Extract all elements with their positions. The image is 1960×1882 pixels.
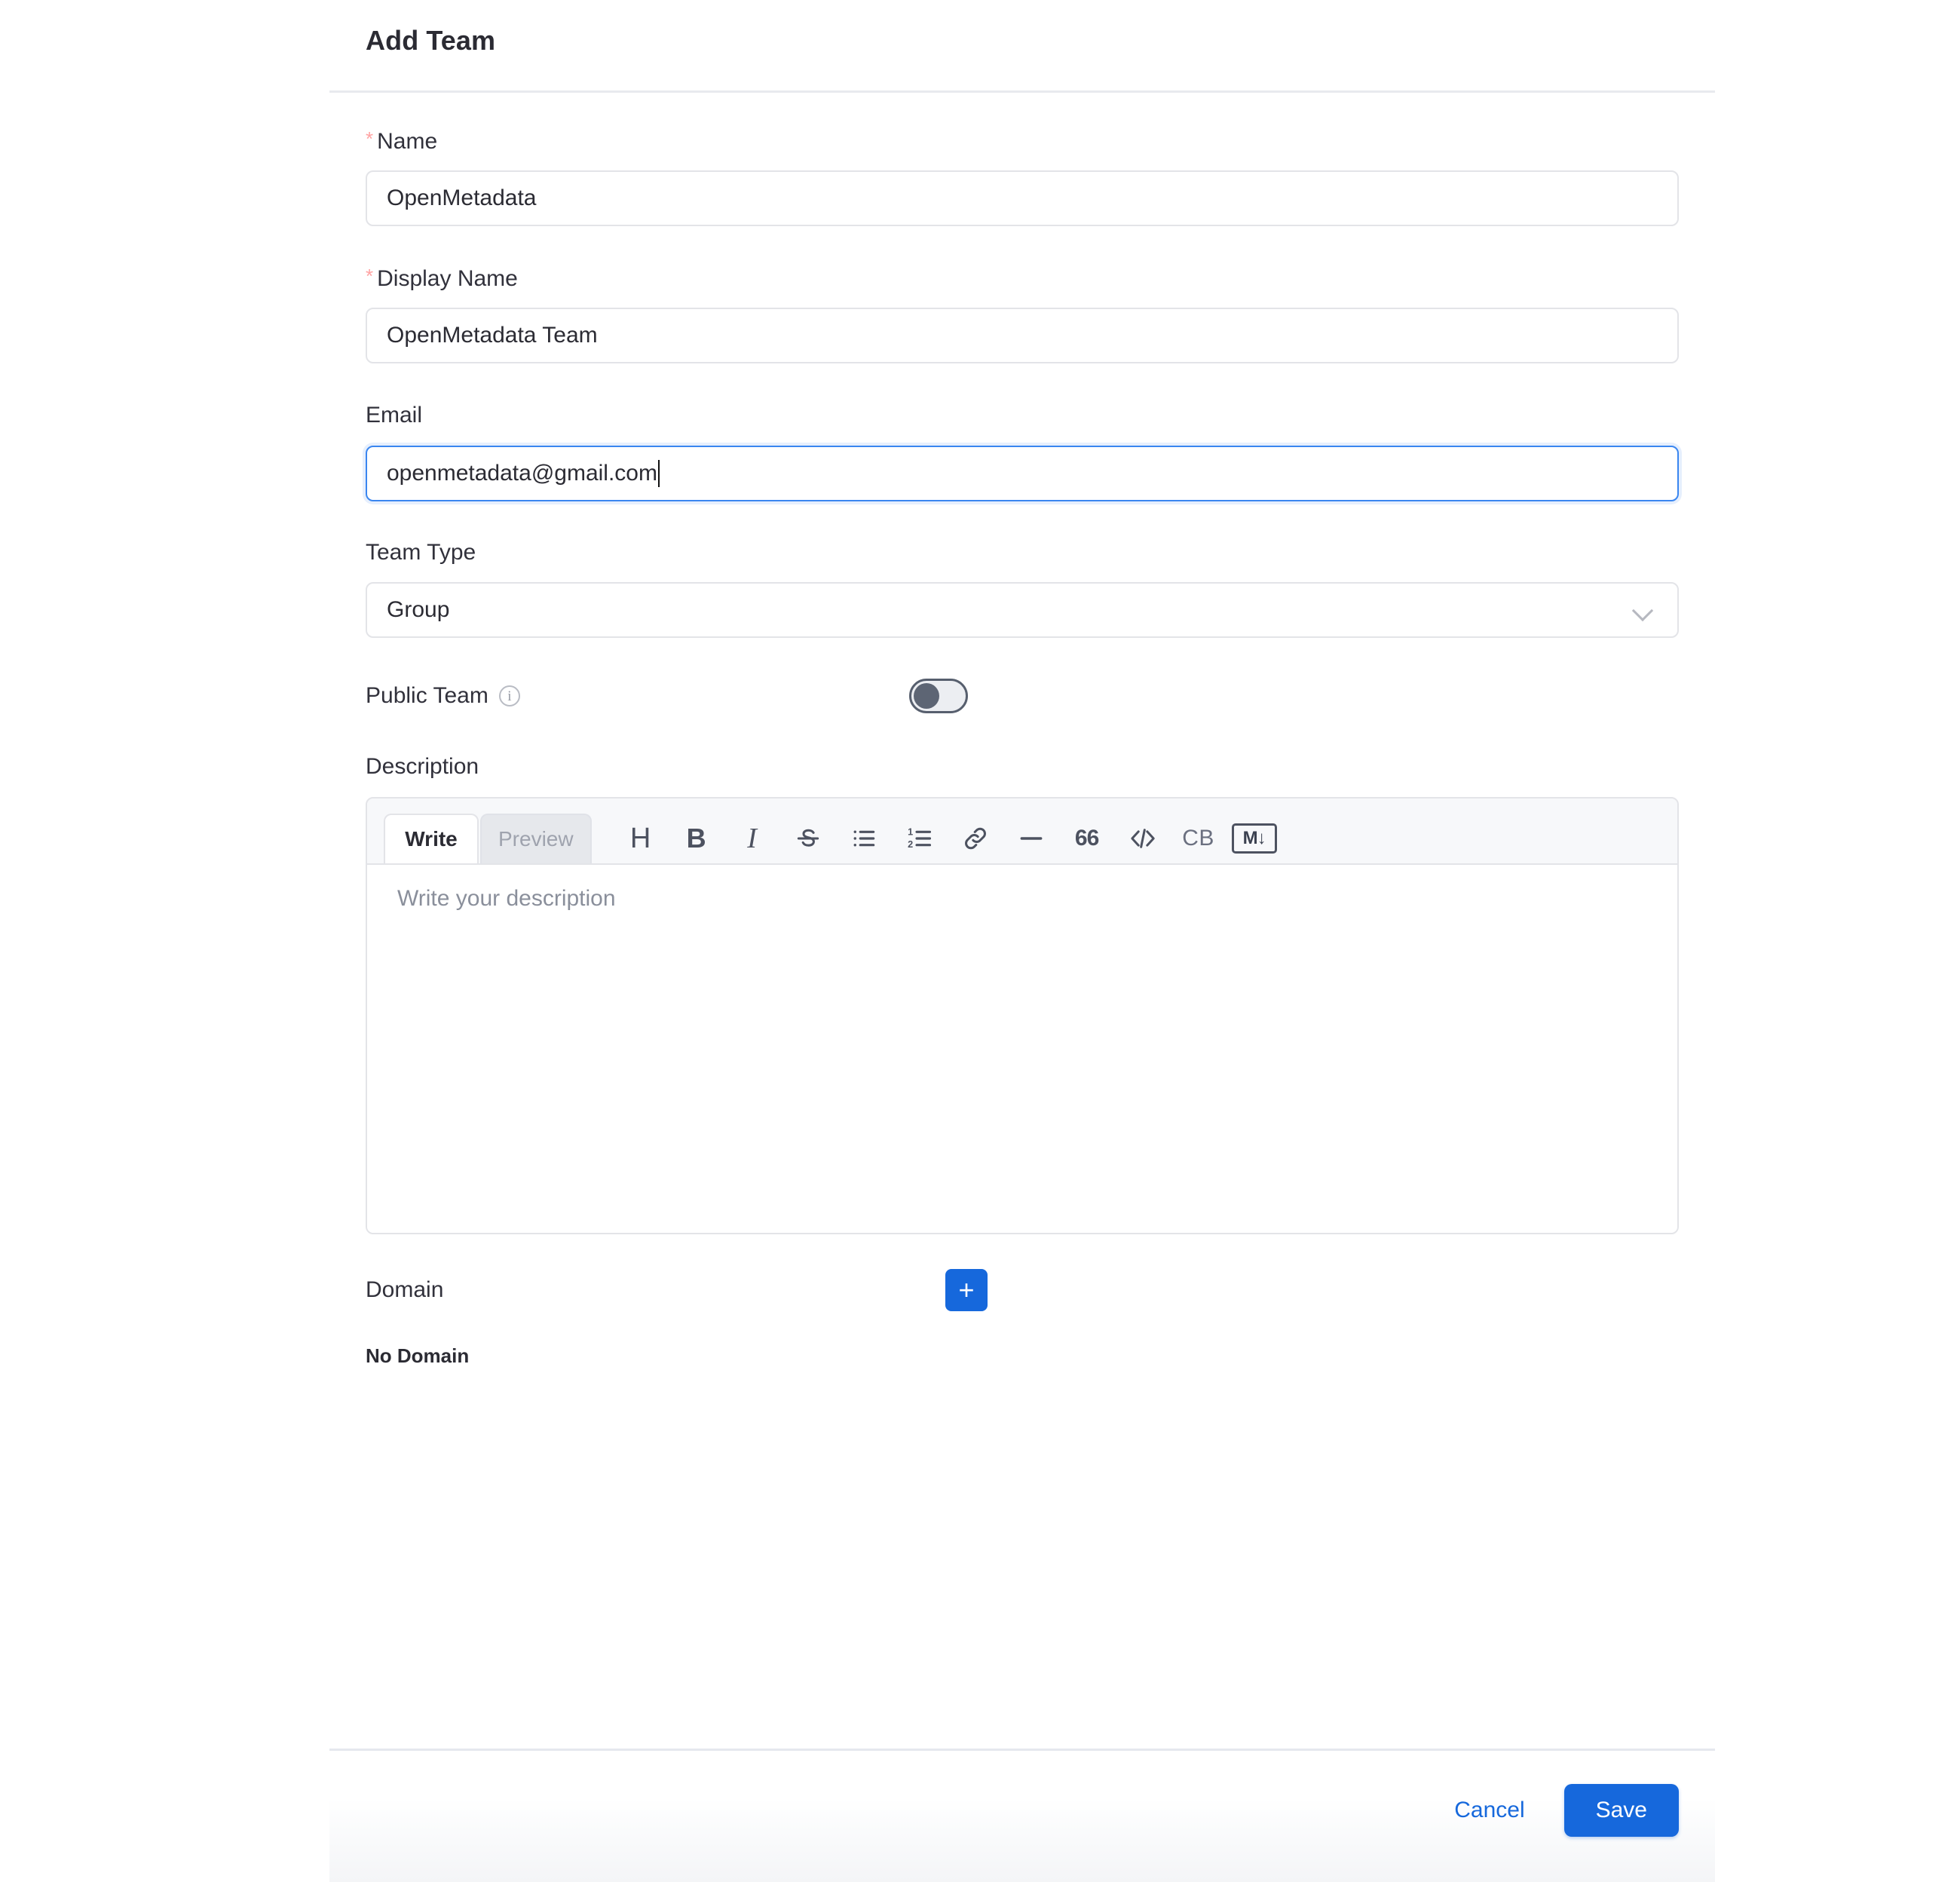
svg-text:2: 2 [908,839,913,850]
field-display-name: * Display Name OpenMetadata Team [366,263,1679,363]
field-name: * Name OpenMetadata [366,126,1679,226]
tab-write-label: Write [405,827,458,851]
bullet-list-icon[interactable] [836,815,892,862]
description-editor: Write Preview H B I [366,797,1679,1234]
info-circle-icon[interactable]: i [499,685,520,707]
editor-tool-buttons: H B I [613,814,1282,863]
domain-row: Domain + [366,1269,1679,1311]
blockquote-icon[interactable]: 66 [1059,815,1115,862]
text-caret [658,460,660,487]
display-name-input[interactable]: OpenMetadata Team [366,308,1679,363]
chevron-down-icon [1634,600,1653,620]
add-domain-button[interactable]: + [945,1269,988,1311]
public-team-label-text: Public Team [366,683,488,709]
field-team-type: Team Type Group [366,537,1679,638]
field-email: Email openmetadata@gmail.com [366,400,1679,501]
plus-icon: + [958,1277,974,1304]
team-type-select[interactable]: Group [366,582,1679,638]
add-team-drawer: Add Team * Name OpenMetadata * Display N… [329,0,1715,1882]
drawer-header: Add Team [329,0,1715,93]
email-label: Email [366,400,1679,431]
description-label: Description [366,751,1679,783]
no-domain-text: No Domain [366,1344,1679,1368]
cancel-button[interactable]: Cancel [1432,1785,1547,1835]
public-team-row: Public Team i [366,673,1679,719]
description-label-text: Description [366,751,479,783]
toggle-knob [914,683,939,709]
domain-label: Domain [366,1277,443,1303]
strikethrough-icon[interactable] [780,815,836,862]
required-asterisk-display-name: * [366,266,373,286]
field-description: Description Write Preview H B [366,751,1679,1234]
required-asterisk-name: * [366,129,373,149]
name-label-text: Name [377,126,437,158]
code-block-icon[interactable]: CB [1171,815,1227,862]
email-input-value: openmetadata@gmail.com [387,461,657,486]
public-team-toggle[interactable] [909,679,968,713]
display-name-label: * Display Name [366,263,1679,295]
page-title: Add Team [366,25,495,57]
email-input[interactable]: openmetadata@gmail.com [366,446,1679,501]
bold-icon[interactable]: B [669,815,724,862]
display-name-label-text: Display Name [377,263,518,295]
editor-toolbar: Write Preview H B I [367,798,1677,863]
tab-write[interactable]: Write [384,814,479,863]
public-team-label: Public Team i [366,683,520,709]
team-type-label-text: Team Type [366,537,476,569]
markdown-badge: M↓ [1232,823,1277,854]
description-textarea[interactable]: Write your description [367,863,1677,1233]
page-root: Add Team * Name OpenMetadata * Display N… [0,0,1960,1882]
heading-icon[interactable]: H [613,815,669,862]
markdown-help-icon[interactable]: M↓ [1227,815,1282,862]
italic-icon[interactable]: I [724,815,780,862]
team-type-label: Team Type [366,537,1679,569]
description-placeholder: Write your description [397,886,616,912]
name-input-value: OpenMetadata [387,185,536,211]
tab-preview[interactable]: Preview [480,814,592,863]
footer-actions: Cancel Save [1432,1784,1679,1837]
svg-text:1: 1 [908,826,913,837]
ordered-list-icon[interactable]: 1 2 [892,815,948,862]
drawer-footer: Cancel Save [329,1749,1715,1882]
display-name-input-value: OpenMetadata Team [387,323,598,348]
name-input[interactable]: OpenMetadata [366,170,1679,226]
team-type-selected-value: Group [387,597,449,623]
code-icon[interactable] [1115,815,1171,862]
tab-preview-label: Preview [498,827,574,851]
horizontal-rule-icon[interactable] [1003,815,1059,862]
save-button[interactable]: Save [1564,1784,1679,1837]
email-label-text: Email [366,400,422,431]
link-icon[interactable] [948,815,1003,862]
drawer-body: * Name OpenMetadata * Display Name OpenM… [329,93,1715,1749]
name-label: * Name [366,126,1679,158]
